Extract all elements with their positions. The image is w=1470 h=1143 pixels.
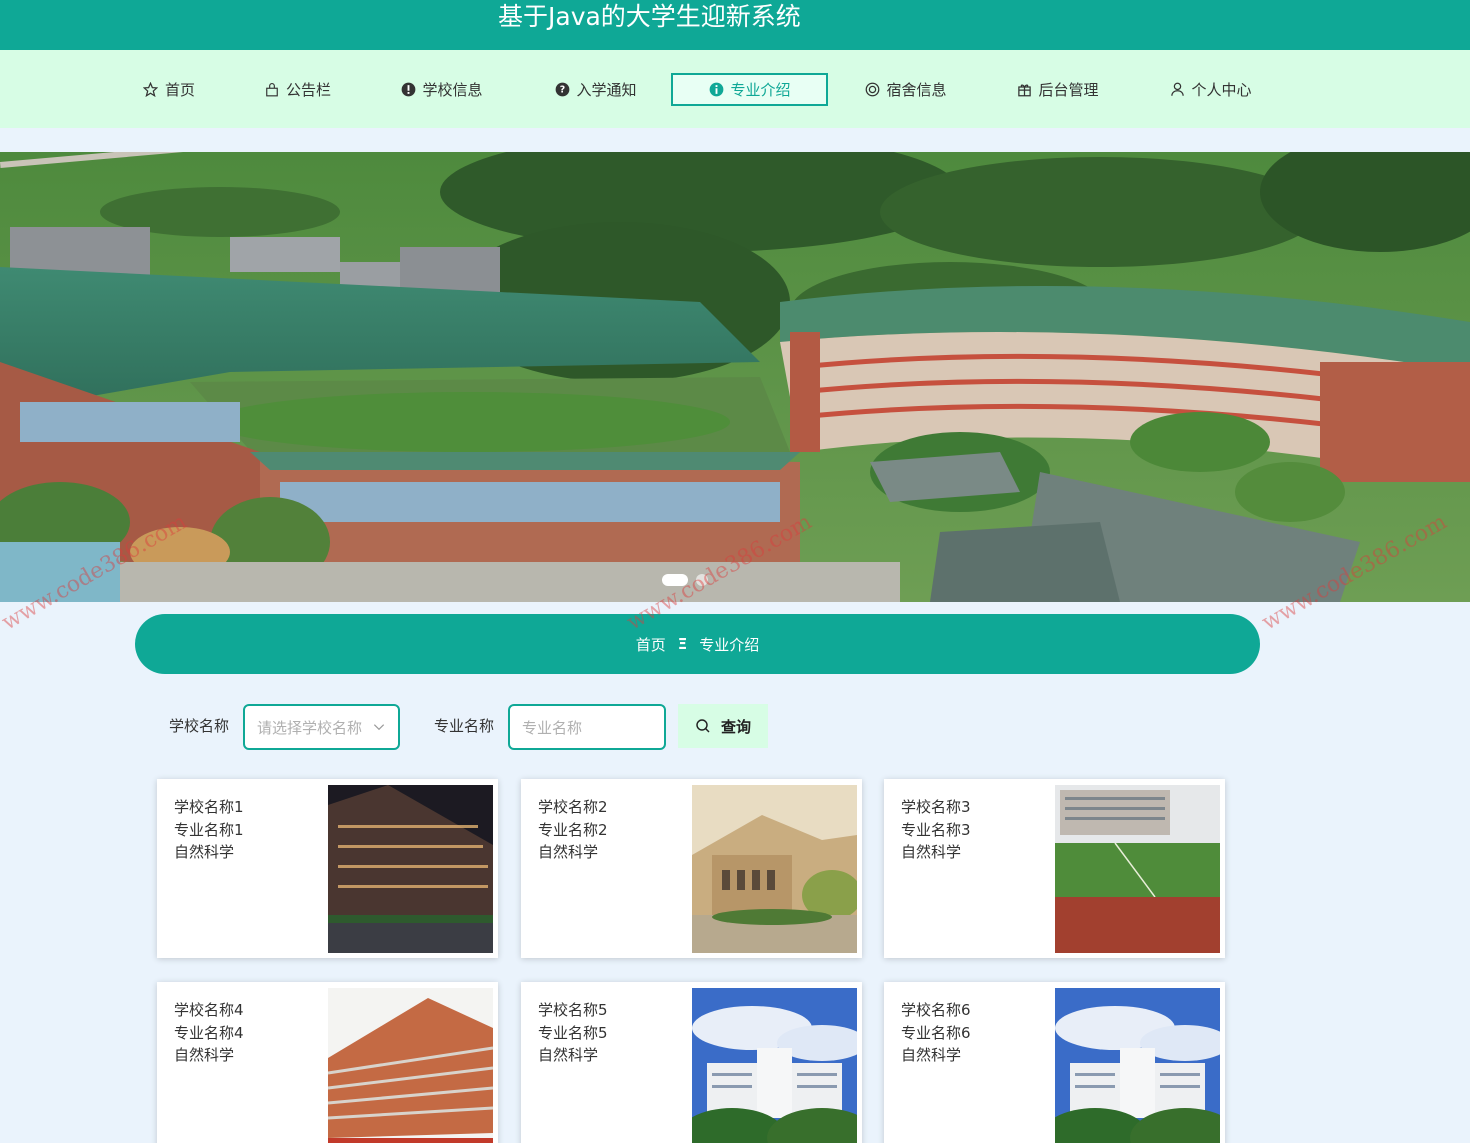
- campus-banner-carousel[interactable]: [0, 152, 1470, 602]
- gift-icon: [1016, 82, 1032, 98]
- nav-label: 个人中心: [1191, 81, 1252, 99]
- nav-item-dormitory[interactable]: 宿舍信息: [848, 73, 963, 106]
- campus-aerial-image: [0, 152, 1470, 602]
- card-category: 自然科学: [538, 843, 599, 861]
- school-filter-label: 学校名称: [169, 717, 230, 735]
- nav-label: 入学通知: [576, 81, 637, 99]
- nav-label: 宿舍信息: [886, 81, 947, 99]
- nav-item-admin[interactable]: 后台管理: [1000, 73, 1115, 106]
- svg-text:?: ?: [560, 85, 565, 96]
- school-select-placeholder: 请选择学校名称: [257, 718, 363, 737]
- nav-item-profile[interactable]: 个人中心: [1153, 73, 1268, 106]
- card-school-name: 学校名称2: [538, 798, 608, 816]
- card-major-name: 专业名称5: [538, 1023, 608, 1042]
- site-title: 基于Java的大学生迎新系统: [498, 2, 801, 31]
- major-input-placeholder: 专业名称: [522, 718, 583, 737]
- nav-label: 首页: [164, 81, 195, 99]
- card-category: 自然科学: [174, 843, 235, 861]
- card-major-name: 专业名称1: [174, 820, 244, 839]
- card-school-name: 学校名称5: [538, 1001, 608, 1019]
- breadcrumb: 首页 Ξ 专业介绍: [135, 614, 1260, 674]
- bag-icon: [264, 82, 280, 98]
- nav-label: 专业介绍: [730, 81, 791, 99]
- chevron-down-icon: [372, 720, 386, 738]
- search-icon: [695, 718, 711, 734]
- card-category: 自然科学: [538, 1046, 599, 1064]
- major-card[interactable]: 学校名称1 专业名称1 自然科学: [157, 779, 498, 958]
- query-button[interactable]: 查询: [678, 704, 768, 748]
- major-input[interactable]: 专业名称: [508, 704, 666, 750]
- card-major-name: 专业名称3: [901, 820, 971, 839]
- card-image: [328, 785, 493, 953]
- card-image: [692, 785, 857, 953]
- nav-label: 公告栏: [285, 81, 331, 99]
- query-button-label: 查询: [720, 717, 751, 736]
- card-major-name: 专业名称4: [174, 1023, 244, 1042]
- info-circle-icon: [708, 82, 724, 98]
- star-icon: [143, 82, 159, 98]
- nav-item-admission[interactable]: ? 入学通知: [538, 73, 653, 106]
- card-school-name: 学校名称4: [174, 1001, 244, 1019]
- nav-item-bulletin[interactable]: 公告栏: [250, 73, 345, 106]
- card-major-name: 专业名称2: [538, 820, 608, 839]
- breadcrumb-current: 专业介绍: [699, 635, 760, 654]
- question-circle-icon: ?: [554, 82, 570, 98]
- card-image: [1055, 785, 1220, 953]
- major-card[interactable]: 学校名称5 专业名称5 自然科学: [521, 982, 862, 1143]
- card-category: 自然科学: [174, 1046, 235, 1064]
- nav-item-school-info[interactable]: 学校信息: [384, 73, 499, 106]
- card-school-name: 学校名称6: [901, 1001, 971, 1019]
- alert-circle-icon: [400, 82, 416, 98]
- major-card[interactable]: 学校名称3 专业名称3 自然科学: [884, 779, 1225, 958]
- major-card[interactable]: 学校名称4 专业名称4 自然科学: [157, 982, 498, 1143]
- main-nav: 首页 公告栏 学校信息 ? 入学通知 专业介绍 宿舍信息 后台管理 个人中心: [0, 50, 1470, 128]
- card-major-name: 专业名称6: [901, 1023, 971, 1042]
- nav-item-majors[interactable]: 专业介绍: [671, 73, 828, 106]
- nav-item-home[interactable]: 首页: [124, 73, 214, 106]
- major-card[interactable]: 学校名称2 专业名称2 自然科学: [521, 779, 862, 958]
- card-image: [328, 988, 493, 1143]
- card-school-name: 学校名称1: [174, 798, 244, 816]
- major-filter-label: 专业名称: [434, 717, 495, 735]
- card-image: [1055, 988, 1220, 1143]
- breadcrumb-home[interactable]: 首页: [636, 634, 666, 655]
- major-card[interactable]: 学校名称6 专业名称6 自然科学: [884, 982, 1225, 1143]
- card-category: 自然科学: [901, 843, 962, 861]
- school-select[interactable]: 请选择学校名称: [243, 704, 400, 750]
- card-category: 自然科学: [901, 1046, 962, 1064]
- user-icon: [1169, 82, 1185, 98]
- target-icon: [864, 82, 880, 98]
- nav-label: 后台管理: [1038, 81, 1099, 99]
- card-school-name: 学校名称3: [901, 798, 971, 816]
- nav-label: 学校信息: [422, 81, 483, 99]
- breadcrumb-separator: Ξ: [677, 635, 688, 653]
- top-header: 基于Java的大学生迎新系统: [0, 0, 1470, 50]
- card-image: [692, 988, 857, 1143]
